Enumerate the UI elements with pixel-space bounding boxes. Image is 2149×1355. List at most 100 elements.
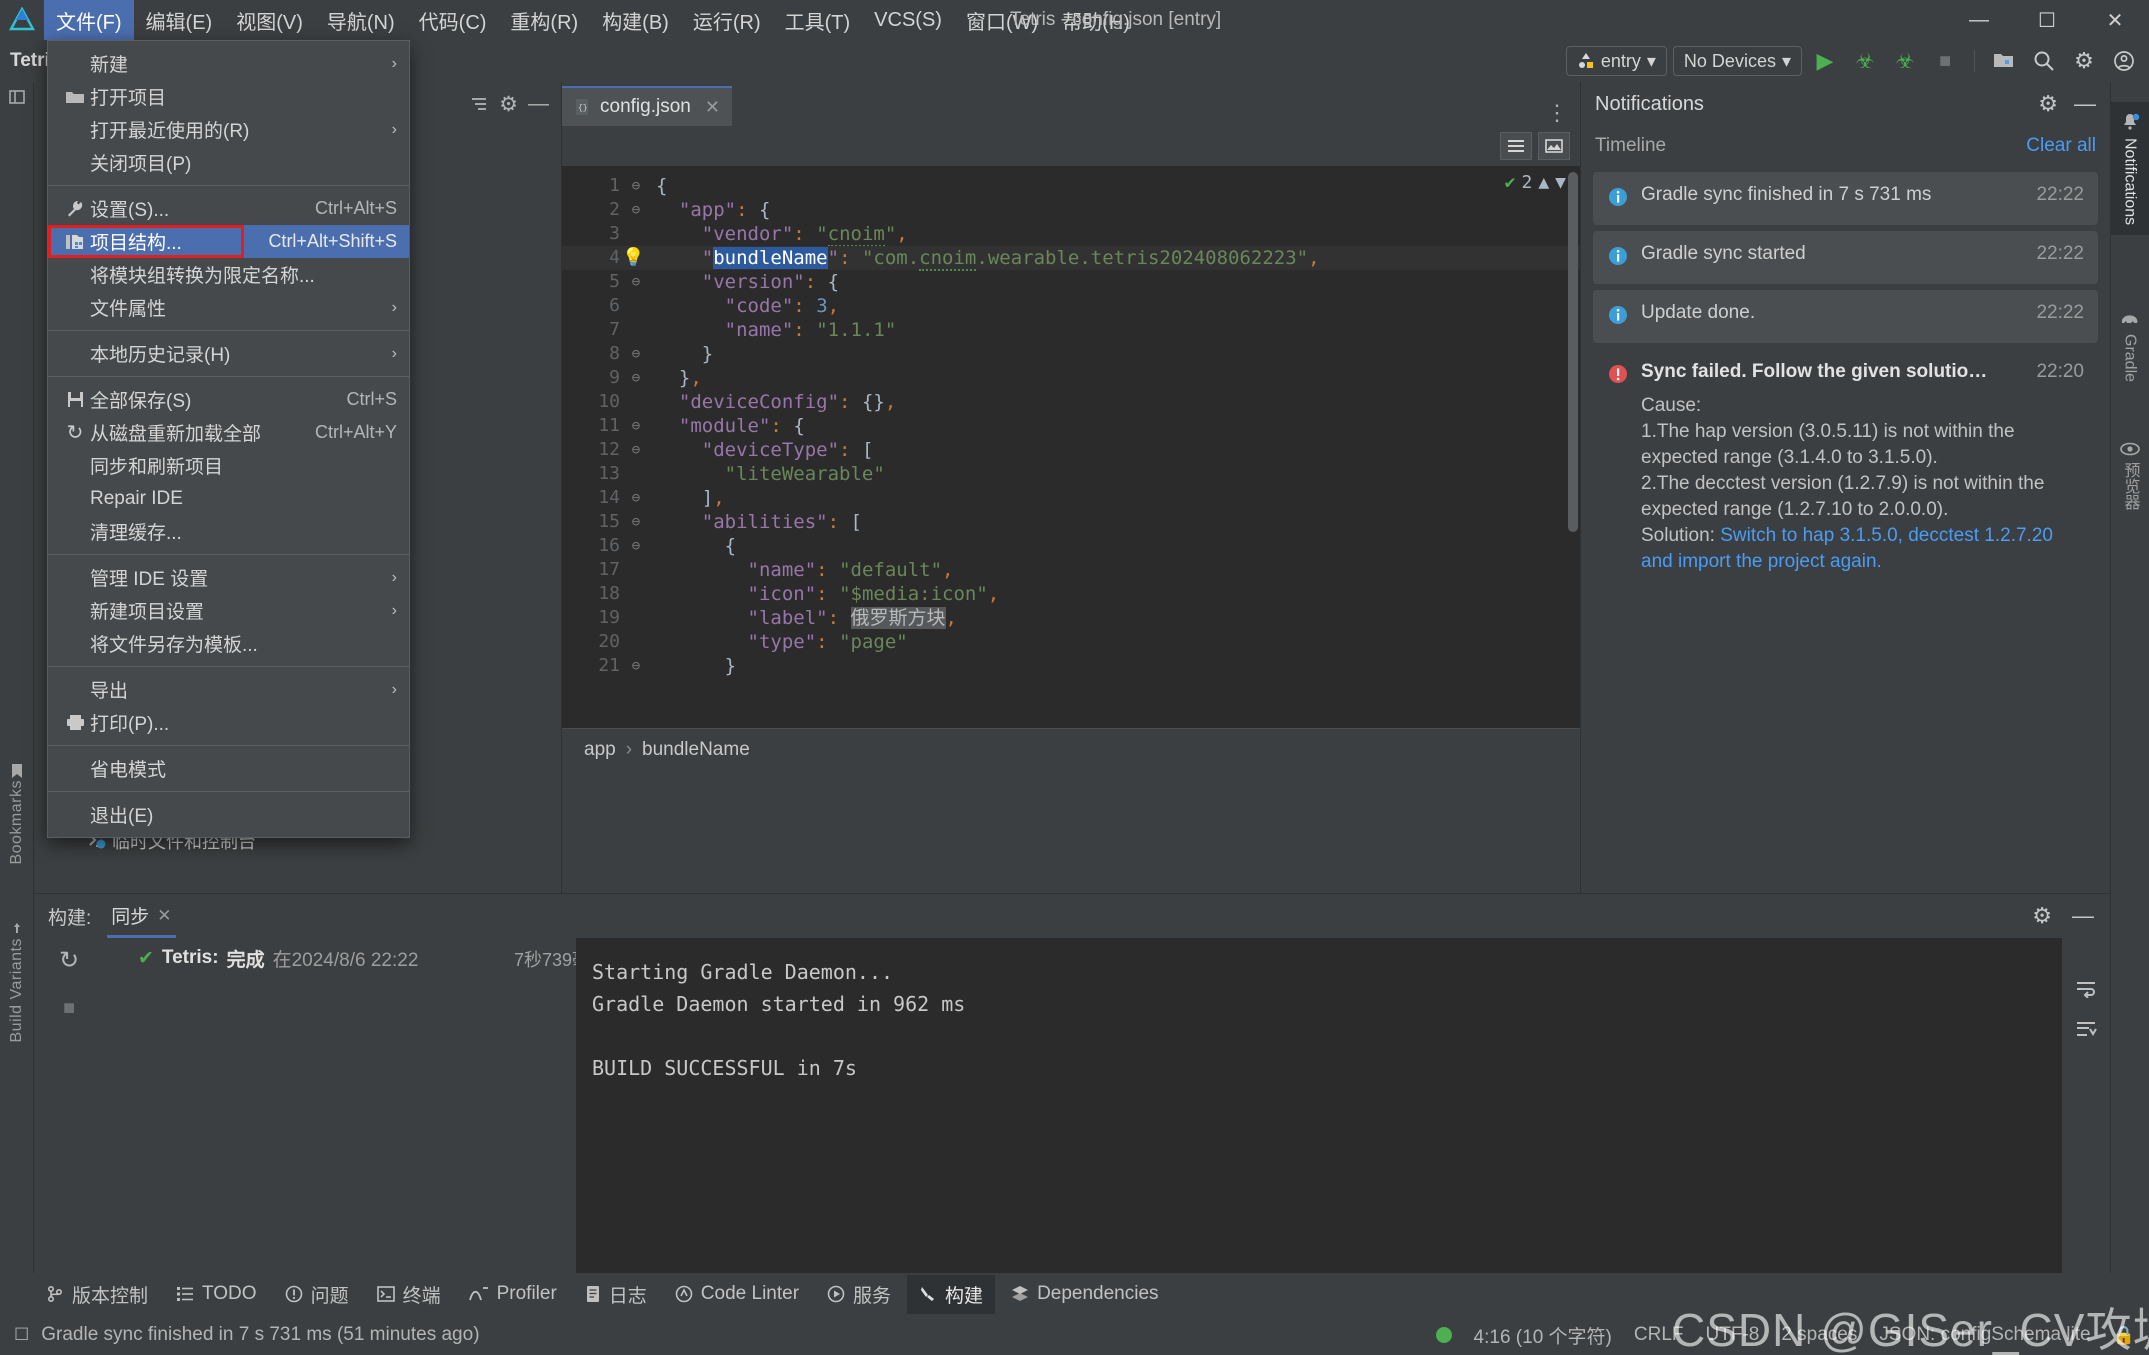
- device-selector[interactable]: No Devices ▾: [1672, 46, 1802, 76]
- code-fold-icon[interactable]: ⊖: [628, 174, 644, 198]
- clear-all-link[interactable]: Clear all: [2026, 135, 2096, 157]
- menu-bar[interactable]: 文件(F) 编辑(E) 视图(V) 导航(N) 代码(C) 重构(R) 构建(B) 运行(R)…: [44, 0, 1142, 40]
- menu-item-6[interactable]: 构建(B): [590, 0, 681, 40]
- menu-item-3[interactable]: 导航(N): [315, 0, 407, 40]
- file-menu-item-3-4[interactable]: 清理缓存...: [48, 515, 409, 548]
- hide-panel-icon[interactable]: —: [2072, 903, 2094, 929]
- code-fold-icon[interactable]: ⊖: [628, 510, 644, 534]
- wrap-text-icon[interactable]: [2075, 980, 2097, 998]
- caret-position[interactable]: 4:16 (10 个字符): [1474, 1322, 1612, 1349]
- preview-view-button[interactable]: [1538, 132, 1570, 160]
- code-line-16[interactable]: 16 ⊖ {: [562, 534, 1580, 558]
- menu-item-8[interactable]: 工具(T): [773, 0, 863, 40]
- next-problem-icon[interactable]: ▼: [1555, 172, 1566, 193]
- build-console[interactable]: Starting Gradle Daemon... Gradle Daemon s…: [576, 938, 2062, 1274]
- file-menu-item-7-0[interactable]: 退出(E): [48, 798, 409, 831]
- bottom-tool-tabs[interactable]: 版本控制 TODO 问题 终端 Profiler 日志 Code Linter 服务 构建 Dep…: [0, 1273, 2149, 1315]
- code-fold-icon[interactable]: ⊖: [628, 534, 644, 558]
- breadcrumb[interactable]: app › bundleName: [562, 728, 1580, 770]
- code-line-12[interactable]: 12 ⊖ "deviceType": [: [562, 438, 1580, 462]
- code-line-2[interactable]: 2 ⊖ "app": {: [562, 198, 1580, 222]
- text-view-button[interactable]: [1500, 132, 1532, 160]
- code-line-15[interactable]: 15 ⊖ "abilities": [: [562, 510, 1580, 534]
- code-line-1[interactable]: 1 ⊖ {: [562, 174, 1580, 198]
- bottom-tab-2[interactable]: 问题: [273, 1275, 361, 1314]
- close-icon[interactable]: ✕: [157, 906, 171, 926]
- code-fold-icon[interactable]: ⊖: [628, 654, 644, 678]
- file-menu-item-3-3[interactable]: Repair IDE: [48, 482, 409, 515]
- code-line-10[interactable]: 10 "deviceConfig": {},: [562, 390, 1580, 414]
- console-side-actions[interactable]: [2062, 938, 2110, 1274]
- close-button[interactable]: ✕: [2081, 0, 2149, 40]
- code-fold-icon[interactable]: ⊖: [628, 486, 644, 510]
- notification-card-2[interactable]: Update done. 22:22: [1593, 290, 2098, 343]
- notification-list[interactable]: Gradle sync finished in 7 s 731 ms 22:22 G…: [1581, 172, 2110, 587]
- hide-panel-icon[interactable]: —: [528, 92, 549, 116]
- file-menu-item-1-1[interactable]: 项目结构... Ctrl+Alt+Shift+S: [48, 225, 409, 258]
- settings-gear-icon[interactable]: ⚙: [2032, 903, 2052, 929]
- indent-setting[interactable]: 2 spaces: [1781, 1324, 1857, 1346]
- file-menu-item-1-3[interactable]: 文件属性 ›: [48, 291, 409, 324]
- file-menu-dropdown[interactable]: 新建 › 打开项目 打开最近使用的(R) › 关闭项目(P) 设置(S)... Ctrl+Al…: [47, 40, 410, 838]
- editor-tabs-overflow-icon[interactable]: ⋮: [1546, 100, 1580, 126]
- settings-gear-icon[interactable]: ⚙: [2038, 91, 2058, 117]
- menu-item-7[interactable]: 运行(R): [681, 0, 773, 40]
- sidebar-item-bookmarks[interactable]: Bookmarks: [0, 762, 34, 865]
- settings-gear-icon[interactable]: ⚙: [499, 92, 518, 117]
- file-menu-item-1-2[interactable]: 将模块组转换为限定名称...: [48, 258, 409, 291]
- file-menu-item-1-0[interactable]: 设置(S)... Ctrl+Alt+S: [48, 192, 409, 225]
- rerun-icon[interactable]: ↻: [59, 946, 79, 975]
- bottom-tab-5[interactable]: 日志: [573, 1275, 659, 1314]
- code-lines[interactable]: 1 ⊖{2 ⊖ "app": {3 "vendor": "cnoim", 4 💡 "bu…: [562, 166, 1580, 678]
- bottom-tab-0[interactable]: 版本控制: [34, 1275, 160, 1314]
- file-menu-item-4-1[interactable]: 新建项目设置 ›: [48, 594, 409, 627]
- code-fold-icon[interactable]: ⊖: [628, 198, 644, 222]
- menu-item-2[interactable]: 视图(V): [224, 0, 315, 40]
- code-fold-icon[interactable]: ⊖: [628, 438, 644, 462]
- notification-card-1[interactable]: Gradle sync started 22:22: [1593, 231, 2098, 284]
- file-menu-item-4-2[interactable]: 将文件另存为模板...: [48, 627, 409, 660]
- menu-item-9[interactable]: VCS(S): [862, 0, 954, 40]
- file-menu-item-6-0[interactable]: 省电模式: [48, 752, 409, 785]
- file-encoding[interactable]: UTF-8: [1706, 1324, 1760, 1346]
- sidebar-item-build-variants[interactable]: Build Variants: [0, 922, 34, 1043]
- code-fold-icon[interactable]: ⊖: [628, 342, 644, 366]
- minimize-button[interactable]: —: [1945, 0, 2013, 40]
- code-line-11[interactable]: 11 ⊖ "module": {: [562, 414, 1580, 438]
- run-icon[interactable]: ▶: [1808, 46, 1842, 76]
- file-menu-item-3-1[interactable]: ↻ 从磁盘重新加载全部 Ctrl+Alt+Y: [48, 416, 409, 449]
- code-line-3[interactable]: 3 "vendor": "cnoim",: [562, 222, 1580, 247]
- file-menu-item-0-1[interactable]: 打开项目: [48, 80, 409, 113]
- intention-bulb-icon[interactable]: 💡: [622, 246, 644, 270]
- build-result-tree[interactable]: ✔ Tetris: 完成 在2024/8/6 22:22: [104, 938, 544, 1274]
- window-controls[interactable]: — ☐ ✕: [1945, 0, 2149, 40]
- stop-icon[interactable]: ■: [63, 997, 75, 1020]
- tool-tab-notifications[interactable]: Notifications: [2110, 102, 2149, 236]
- code-editor[interactable]: 1 ⊖{2 ⊖ "app": {3 "vendor": "cnoim", 4 💡 "bu…: [562, 166, 1580, 728]
- file-menu-item-5-0[interactable]: 导出 ›: [48, 673, 409, 706]
- project-structure-icon[interactable]: [1987, 46, 2021, 76]
- line-separator[interactable]: CRLF: [1634, 1324, 1684, 1346]
- maximize-button[interactable]: ☐: [2013, 0, 2081, 40]
- file-menu-item-0-2[interactable]: 打开最近使用的(R) ›: [48, 113, 409, 146]
- menu-item-0[interactable]: 文件(F): [44, 0, 134, 40]
- settings-gear-icon[interactable]: ⚙: [2067, 46, 2101, 76]
- project-panel-actions[interactable]: ⚙ —: [469, 92, 555, 117]
- menu-item-4[interactable]: 代码(C): [407, 0, 499, 40]
- close-icon[interactable]: ✕: [705, 97, 720, 118]
- hide-panel-icon[interactable]: —: [2074, 91, 2096, 117]
- sidebar-item-project[interactable]: [0, 88, 34, 106]
- code-line-14[interactable]: 14 ⊖ ],: [562, 486, 1580, 510]
- prev-problem-icon[interactable]: ▲: [1538, 172, 1549, 193]
- stop-icon[interactable]: ■: [1928, 46, 1962, 76]
- code-line-17[interactable]: 17 "name": "default",: [562, 558, 1580, 582]
- bottom-tab-6[interactable]: Code Linter: [663, 1277, 811, 1311]
- account-icon[interactable]: [2107, 46, 2141, 76]
- code-line-21[interactable]: 21 ⊖ }: [562, 654, 1580, 678]
- file-menu-item-3-0[interactable]: 全部保存(S) Ctrl+S: [48, 383, 409, 416]
- breadcrumb-item-bundlename[interactable]: bundleName: [642, 739, 750, 761]
- editor-tab-config-json[interactable]: {} config.json ✕: [562, 86, 732, 126]
- code-fold-icon[interactable]: ⊖: [628, 270, 644, 294]
- search-icon[interactable]: [2027, 46, 2061, 76]
- bottom-tab-3[interactable]: 终端: [365, 1275, 453, 1314]
